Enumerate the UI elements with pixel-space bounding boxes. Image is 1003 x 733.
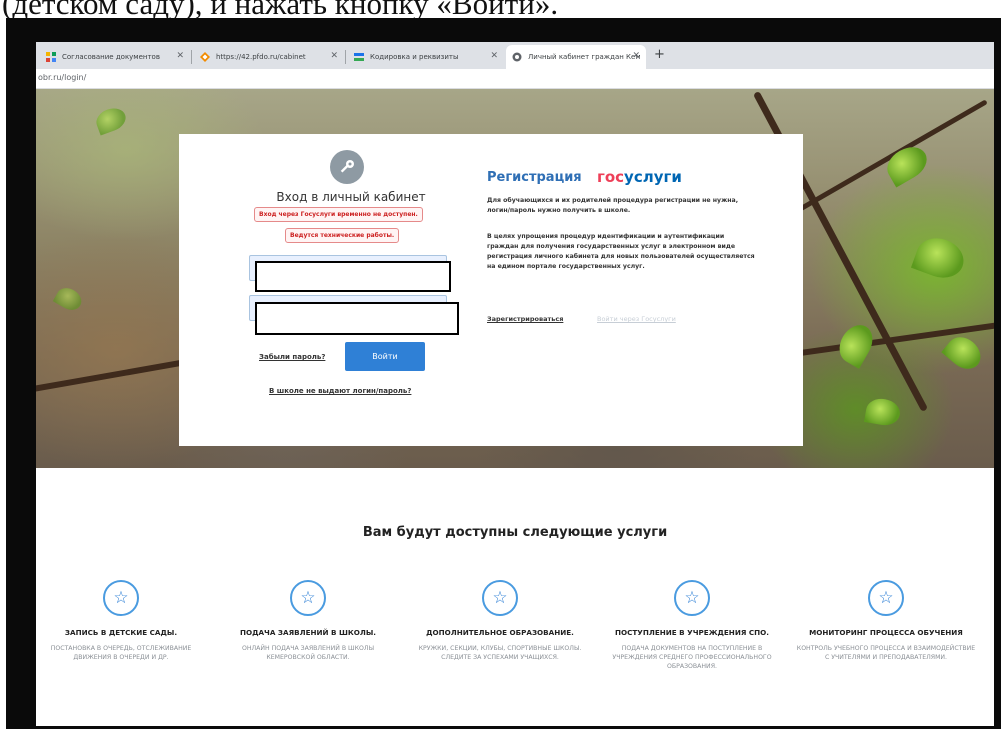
login-title: Вход в личный кабинет bbox=[276, 190, 426, 204]
tab-documents[interactable]: Согласование документов ✕ bbox=[40, 45, 190, 69]
registration-note: Для обучающихся и их родителей процедура… bbox=[487, 197, 739, 214]
no-login-link[interactable]: В школе не выдают логин/пароль? bbox=[269, 387, 411, 395]
leaf bbox=[93, 104, 129, 136]
service-extra-education: ☆ ДОПОЛНИТЕЛЬНОЕ ОБРАЗОВАНИЕ. КРУЖКИ, СЕ… bbox=[410, 580, 590, 662]
service-desc: КРУЖКИ, СЕКЦИИ, КЛУБЫ, СПОРТИВНЫЕ ШКОЛЫ.… bbox=[418, 645, 582, 661]
warning-maintenance: Ведутся технические работы. bbox=[285, 228, 400, 243]
close-icon[interactable]: ✕ bbox=[176, 51, 184, 61]
service-school-applications: ☆ ПОДАЧА ЗАЯВЛЕНИЙ В ШКОЛЫ. ОНЛАЙН ПОДАЧ… bbox=[218, 580, 398, 662]
registration-title: Регистрация bbox=[487, 170, 582, 185]
forgot-password-link[interactable]: Забыли пароль? bbox=[259, 353, 325, 361]
service-desc: ОНЛАЙН ПОДАЧА ЗАЯВЛЕНИЙ В ШКОЛЫ КЕМЕРОВС… bbox=[241, 645, 375, 661]
screenshot-frame: Согласование документов ✕ https://42.pfd… bbox=[6, 18, 1001, 729]
star-icon: ☆ bbox=[290, 580, 326, 616]
services-heading: Вам будут доступны следующие услуги bbox=[362, 525, 668, 540]
register-link[interactable]: Зарегистрироваться bbox=[487, 315, 563, 323]
service-desc: КОНТРОЛЬ УЧЕБНОГО ПРОЦЕССА И ВЗАИМОДЕЙСТ… bbox=[796, 645, 976, 661]
close-icon[interactable]: ✕ bbox=[330, 51, 338, 61]
tab-divider bbox=[191, 50, 192, 64]
service-title: МОНИТОРИНГ ПРОЦЕССА ОБУЧЕНИЯ bbox=[809, 628, 963, 637]
service-kindergarten: ☆ ЗАПИСЬ В ДЕТСКИЕ САДЫ. ПОСТАНОВКА В ОЧ… bbox=[36, 580, 211, 662]
tab-bar: Согласование документов ✕ https://42.pfd… bbox=[36, 42, 994, 69]
tab-encoding[interactable]: Кодировка и реквизиты ✕ bbox=[348, 45, 504, 69]
diamond-icon bbox=[200, 52, 210, 62]
service-title: ДОПОЛНИТЕЛЬНОЕ ОБРАЗОВАНИЕ. bbox=[426, 628, 574, 637]
tab-personal-cabinet[interactable]: Личный кабинет граждан Кем ✕ bbox=[506, 45, 646, 69]
service-title: ПОСТУПЛЕНИЕ В УЧРЕЖДЕНИЯ СПО. bbox=[615, 628, 769, 637]
grid-icon bbox=[46, 52, 56, 62]
hero-background: Вход в личный кабинет Вход через Госуслу… bbox=[36, 89, 994, 468]
redaction-box bbox=[255, 302, 459, 335]
gosuslugi-login-link[interactable]: Войти через Госуслуги bbox=[597, 315, 676, 323]
login-button[interactable]: Войти bbox=[345, 342, 425, 371]
warning-gosuslugi: Вход через Госуслуги временно не доступе… bbox=[254, 207, 423, 222]
address-text[interactable]: obr.ru/login/ bbox=[38, 73, 86, 82]
star-icon: ☆ bbox=[674, 580, 710, 616]
leaf bbox=[833, 319, 879, 369]
star-icon: ☆ bbox=[103, 580, 139, 616]
leaf bbox=[52, 283, 86, 315]
stack-icon bbox=[354, 52, 364, 62]
redaction-box bbox=[255, 261, 451, 292]
address-bar[interactable]: obr.ru/login/ bbox=[36, 69, 994, 89]
registration-info: В целях упрощения процедур идентификации… bbox=[487, 233, 755, 270]
tab-cabinet[interactable]: https://42.pfdo.ru/cabinet ✕ bbox=[194, 45, 344, 69]
close-icon[interactable]: ✕ bbox=[490, 51, 498, 61]
service-monitoring: ☆ МОНИТОРИНГ ПРОЦЕССА ОБУЧЕНИЯ КОНТРОЛЬ … bbox=[796, 580, 976, 662]
tab-label: Кодировка и реквизиты bbox=[370, 53, 459, 61]
leaf bbox=[864, 396, 902, 428]
logo-part: услуги bbox=[624, 168, 682, 186]
page-icon bbox=[512, 52, 522, 62]
tab-divider bbox=[345, 50, 346, 64]
gosuslugi-logo: госуслуги bbox=[597, 168, 682, 186]
service-title: ЗАПИСЬ В ДЕТСКИЕ САДЫ. bbox=[64, 628, 178, 637]
tab-label: Личный кабинет граждан Кем bbox=[528, 53, 640, 61]
service-spo-admission: ☆ ПОСТУПЛЕНИЕ В УЧРЕЖДЕНИЯ СПО. ПОДАЧА Д… bbox=[602, 580, 782, 671]
login-card: Вход в личный кабинет Вход через Госуслу… bbox=[179, 134, 803, 446]
service-desc: ПОСТАНОВКА В ОЧЕРЕДЬ, ОТСЛЕЖИВАНИЕ ДВИЖЕ… bbox=[50, 645, 192, 661]
leaf bbox=[910, 231, 970, 285]
key-icon bbox=[330, 150, 364, 184]
browser-window: Согласование документов ✕ https://42.pfd… bbox=[36, 42, 994, 726]
leaf bbox=[941, 330, 987, 376]
star-icon: ☆ bbox=[482, 580, 518, 616]
close-icon[interactable]: ✕ bbox=[632, 51, 640, 61]
star-icon: ☆ bbox=[868, 580, 904, 616]
logo-part: гос bbox=[597, 168, 625, 186]
service-title: ПОДАЧА ЗАЯВЛЕНИЙ В ШКОЛЫ. bbox=[239, 628, 377, 637]
new-tab-button[interactable]: + bbox=[654, 47, 665, 62]
tab-label: https://42.pfdo.ru/cabinet bbox=[216, 53, 306, 61]
leaf bbox=[881, 140, 933, 188]
service-desc: ПОДАЧА ДОКУМЕНТОВ НА ПОСТУПЛЕНИЕ В УЧРЕЖ… bbox=[612, 645, 772, 670]
tab-label: Согласование документов bbox=[62, 53, 160, 61]
